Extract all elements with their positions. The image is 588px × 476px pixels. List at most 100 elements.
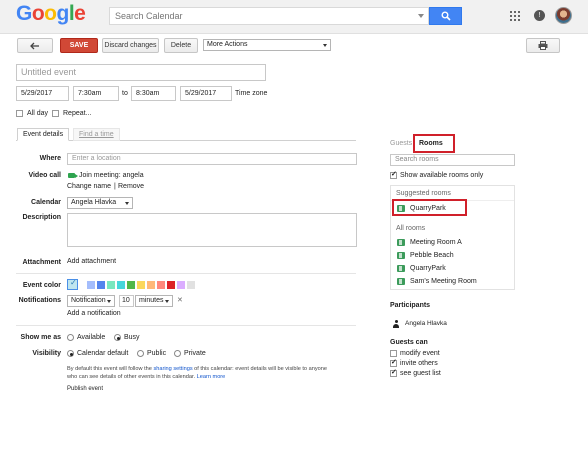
room-item[interactable]: Meeting Room A xyxy=(410,239,462,246)
all-day-checkbox[interactable] xyxy=(16,110,23,117)
calendar-default-radio[interactable] xyxy=(67,350,74,357)
sharing-settings-link[interactable]: sharing settings xyxy=(153,366,192,372)
color-swatch-default[interactable]: ✓ xyxy=(67,278,78,290)
chevron-down-icon xyxy=(323,44,327,47)
search-icon xyxy=(441,11,451,21)
color-swatch[interactable] xyxy=(87,281,95,289)
invite-others-checkbox[interactable] xyxy=(390,358,397,367)
repeat-label: Repeat... xyxy=(63,110,92,117)
visibility-note-line1: By default this event will follow the sh… xyxy=(67,366,327,372)
link-separator: | xyxy=(114,183,116,190)
time-zone-link[interactable]: Time zone xyxy=(235,90,267,97)
room-item[interactable]: Sam's Meeting Room xyxy=(410,278,477,285)
tab-event-details[interactable]: Event details xyxy=(17,128,70,141)
person-icon xyxy=(392,320,400,328)
publish-event-link[interactable]: Publish event xyxy=(67,386,103,392)
busy-label: Busy xyxy=(124,334,140,341)
tab-find-a-time[interactable]: Find a time xyxy=(73,128,120,141)
see-guest-list-checkbox[interactable] xyxy=(390,368,397,377)
room-item[interactable]: Pebble Beach xyxy=(410,252,454,259)
google-logo[interactable]: Google xyxy=(16,2,86,26)
show-available-checkbox[interactable] xyxy=(390,170,397,179)
color-swatch[interactable] xyxy=(177,281,185,289)
guest-permission-label: invite others xyxy=(400,360,438,367)
video-camera-icon xyxy=(68,173,78,178)
search-rooms-input[interactable]: Search rooms xyxy=(390,154,515,166)
divider xyxy=(16,273,356,274)
where-label: Where xyxy=(39,155,61,162)
logo-letter: g xyxy=(56,2,70,25)
start-time-input[interactable]: 7:30am xyxy=(73,86,119,101)
color-swatch[interactable] xyxy=(167,281,175,289)
color-swatch[interactable] xyxy=(127,281,135,289)
color-swatch[interactable] xyxy=(137,281,145,289)
print-button[interactable] xyxy=(526,38,560,53)
learn-more-link[interactable]: Learn more xyxy=(197,374,226,380)
tab-guests[interactable]: Guests xyxy=(390,140,412,147)
notification-type-dropdown[interactable]: Notification xyxy=(67,295,115,307)
more-actions-dropdown[interactable]: More Actions xyxy=(203,39,331,51)
chevron-down-icon xyxy=(125,202,129,205)
public-radio[interactable] xyxy=(137,350,144,357)
private-radio[interactable] xyxy=(174,350,181,357)
add-attachment-link[interactable]: Add attachment xyxy=(67,258,116,265)
color-swatch[interactable] xyxy=(187,281,195,289)
show-available-label: Show available rooms only xyxy=(400,172,484,179)
rooms-tab-highlight xyxy=(413,134,455,153)
notification-amount-input[interactable]: 10 xyxy=(119,295,134,307)
calendar-dropdown[interactable]: Angela Hlavka xyxy=(67,197,133,209)
room-item[interactable]: QuarryPark xyxy=(410,265,446,272)
note-text: of this calendar: event details will be … xyxy=(192,366,327,372)
remove-video-link[interactable]: Remove xyxy=(118,183,144,190)
modify-event-checkbox[interactable] xyxy=(390,350,397,357)
notification-unit-dropdown[interactable]: minutes xyxy=(135,295,173,307)
room-icon xyxy=(397,265,405,272)
chevron-down-icon xyxy=(165,300,169,303)
search-button[interactable] xyxy=(429,7,462,25)
room-icon xyxy=(397,239,405,246)
add-notification-link[interactable]: Add a notification xyxy=(67,310,121,317)
description-label: Description xyxy=(22,214,61,221)
public-label: Public xyxy=(147,350,167,357)
all-rooms-heading: All rooms xyxy=(396,225,426,232)
color-swatch[interactable] xyxy=(107,281,115,289)
all-day-label: All day xyxy=(27,110,49,117)
participants-heading: Participants xyxy=(390,302,431,309)
description-textarea[interactable] xyxy=(67,213,357,247)
available-radio[interactable] xyxy=(67,334,74,341)
guest-permission-label: see guest list xyxy=(400,370,441,377)
logo-letter: o xyxy=(31,2,45,25)
discard-changes-button[interactable]: Discard changes xyxy=(102,38,159,53)
apps-grid-icon[interactable] xyxy=(510,11,520,21)
end-date-input[interactable]: 5/29/2017 xyxy=(180,86,232,101)
notifications-icon[interactable]: ! xyxy=(534,10,545,21)
show-me-as-label: Show me as xyxy=(20,334,61,341)
divider xyxy=(16,325,356,326)
end-time-input[interactable]: 8:30am xyxy=(131,86,176,101)
color-swatch[interactable] xyxy=(97,281,105,289)
location-input[interactable]: Enter a location xyxy=(67,153,357,165)
search-options-caret-icon[interactable] xyxy=(418,14,424,18)
note-text: By default this event will follow the xyxy=(67,366,154,372)
search-input[interactable] xyxy=(110,8,410,24)
guest-permission-label: modify event xyxy=(400,350,440,357)
repeat-checkbox[interactable] xyxy=(52,110,59,117)
room-icon xyxy=(397,252,405,259)
busy-radio[interactable] xyxy=(114,334,121,341)
notification-type-value: Notification xyxy=(71,297,106,304)
change-name-link[interactable]: Change name xyxy=(67,183,111,190)
account-avatar[interactable] xyxy=(555,7,572,24)
top-bar: Google ! xyxy=(0,0,588,34)
remove-notification-icon[interactable]: ✕ xyxy=(177,296,183,304)
visibility-label: Visibility xyxy=(32,350,61,357)
save-button[interactable]: SAVE xyxy=(60,38,98,53)
note-text: who can see details of other events in t… xyxy=(67,374,197,380)
color-swatch[interactable] xyxy=(157,281,165,289)
event-title-input[interactable]: Untitled event xyxy=(16,64,266,81)
delete-button[interactable]: Delete xyxy=(164,38,198,53)
join-meeting-link[interactable]: Join meeting: angela xyxy=(79,172,144,179)
start-date-input[interactable]: 5/29/2017 xyxy=(16,86,69,101)
color-swatch[interactable] xyxy=(117,281,125,289)
back-button[interactable] xyxy=(17,38,53,53)
color-swatch[interactable] xyxy=(147,281,155,289)
